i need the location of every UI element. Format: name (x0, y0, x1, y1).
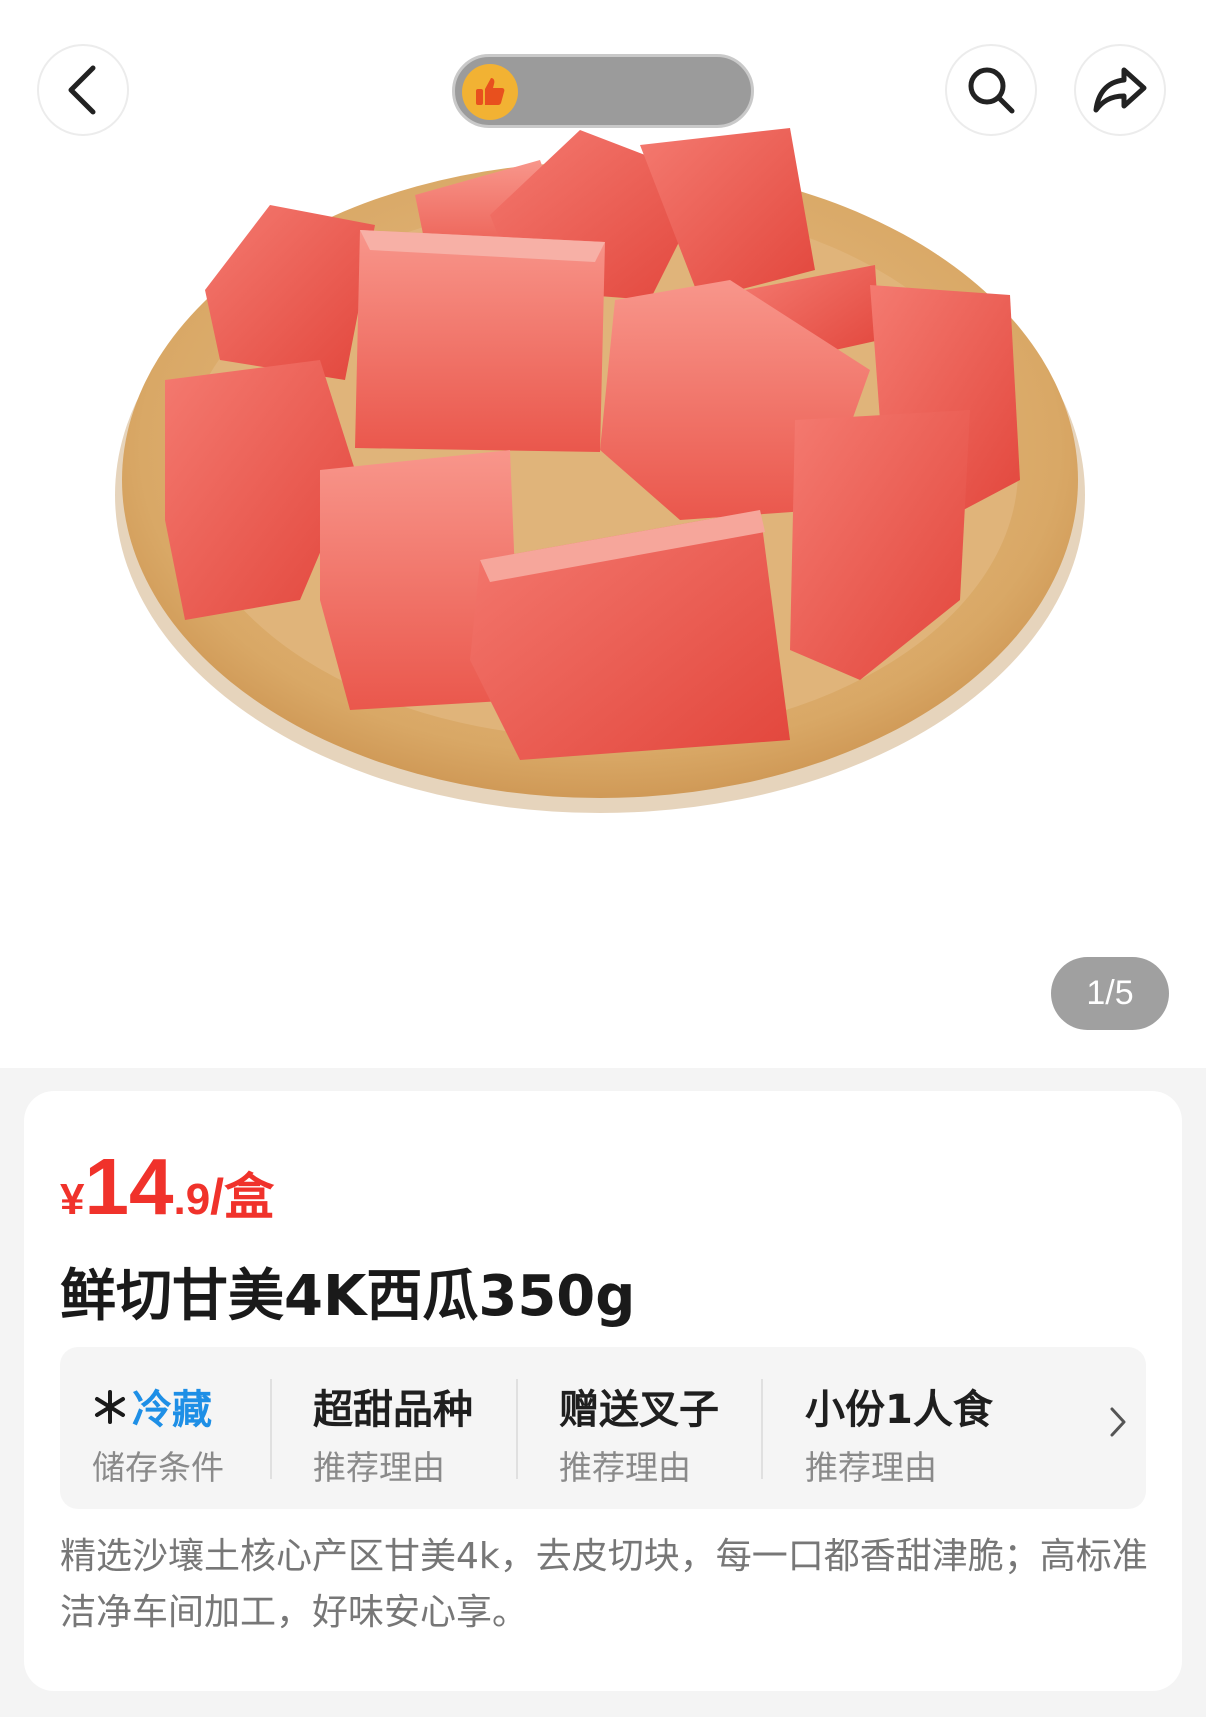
tag-sub: 推荐理由 (313, 1448, 445, 1487)
tag-main: 小份1人食 (805, 1387, 993, 1433)
tag-sub: 储存条件 (92, 1448, 224, 1487)
back-button[interactable] (37, 44, 129, 136)
product-info-card: ¥14.9/盒 鲜切甘美4K西瓜350g 冷藏 储存条件 超甜品种 推荐理由 赠… (24, 1091, 1182, 1691)
price-integer: 14 (84, 1142, 174, 1231)
product-photo (115, 128, 1085, 813)
tag-sub: 推荐理由 (805, 1448, 937, 1487)
search-icon (965, 64, 1017, 116)
tag-main: 冷藏 (92, 1377, 212, 1435)
product-image-gallery[interactable]: 1/5 (0, 0, 1206, 1068)
chevron-right-icon[interactable] (1108, 1405, 1128, 1443)
share-button[interactable] (1074, 44, 1166, 136)
product-tags[interactable]: 冷藏 储存条件 超甜品种 推荐理由 赠送叉子 推荐理由 小份1人食 推荐理由 (60, 1347, 1146, 1509)
search-button[interactable] (945, 44, 1037, 136)
divider (270, 1379, 272, 1479)
product-title: 鲜切甘美4K西瓜350g (60, 1264, 636, 1329)
thumbs-up-icon (462, 64, 518, 120)
divider (516, 1379, 518, 1479)
price-unit: /盒 (210, 1169, 275, 1225)
price: ¥14.9/盒 (60, 1147, 274, 1227)
snowflake-icon (92, 1389, 128, 1435)
store-pill[interactable] (452, 54, 754, 128)
tag-sub: 推荐理由 (559, 1448, 691, 1487)
image-counter: 1/5 (1051, 957, 1169, 1030)
tag-main: 超甜品种 (313, 1387, 473, 1433)
chevron-left-icon (63, 64, 103, 116)
share-arrow-icon (1092, 66, 1148, 114)
divider (761, 1379, 763, 1479)
price-decimal: .9 (173, 1175, 211, 1224)
tag-main: 赠送叉子 (559, 1387, 719, 1433)
product-description: 精选沙壤土核心产区甘美4k，去皮切块，每一口都香甜津脆；高标准洁净车间加工，好味… (60, 1536, 1148, 1633)
price-currency: ¥ (60, 1175, 85, 1224)
